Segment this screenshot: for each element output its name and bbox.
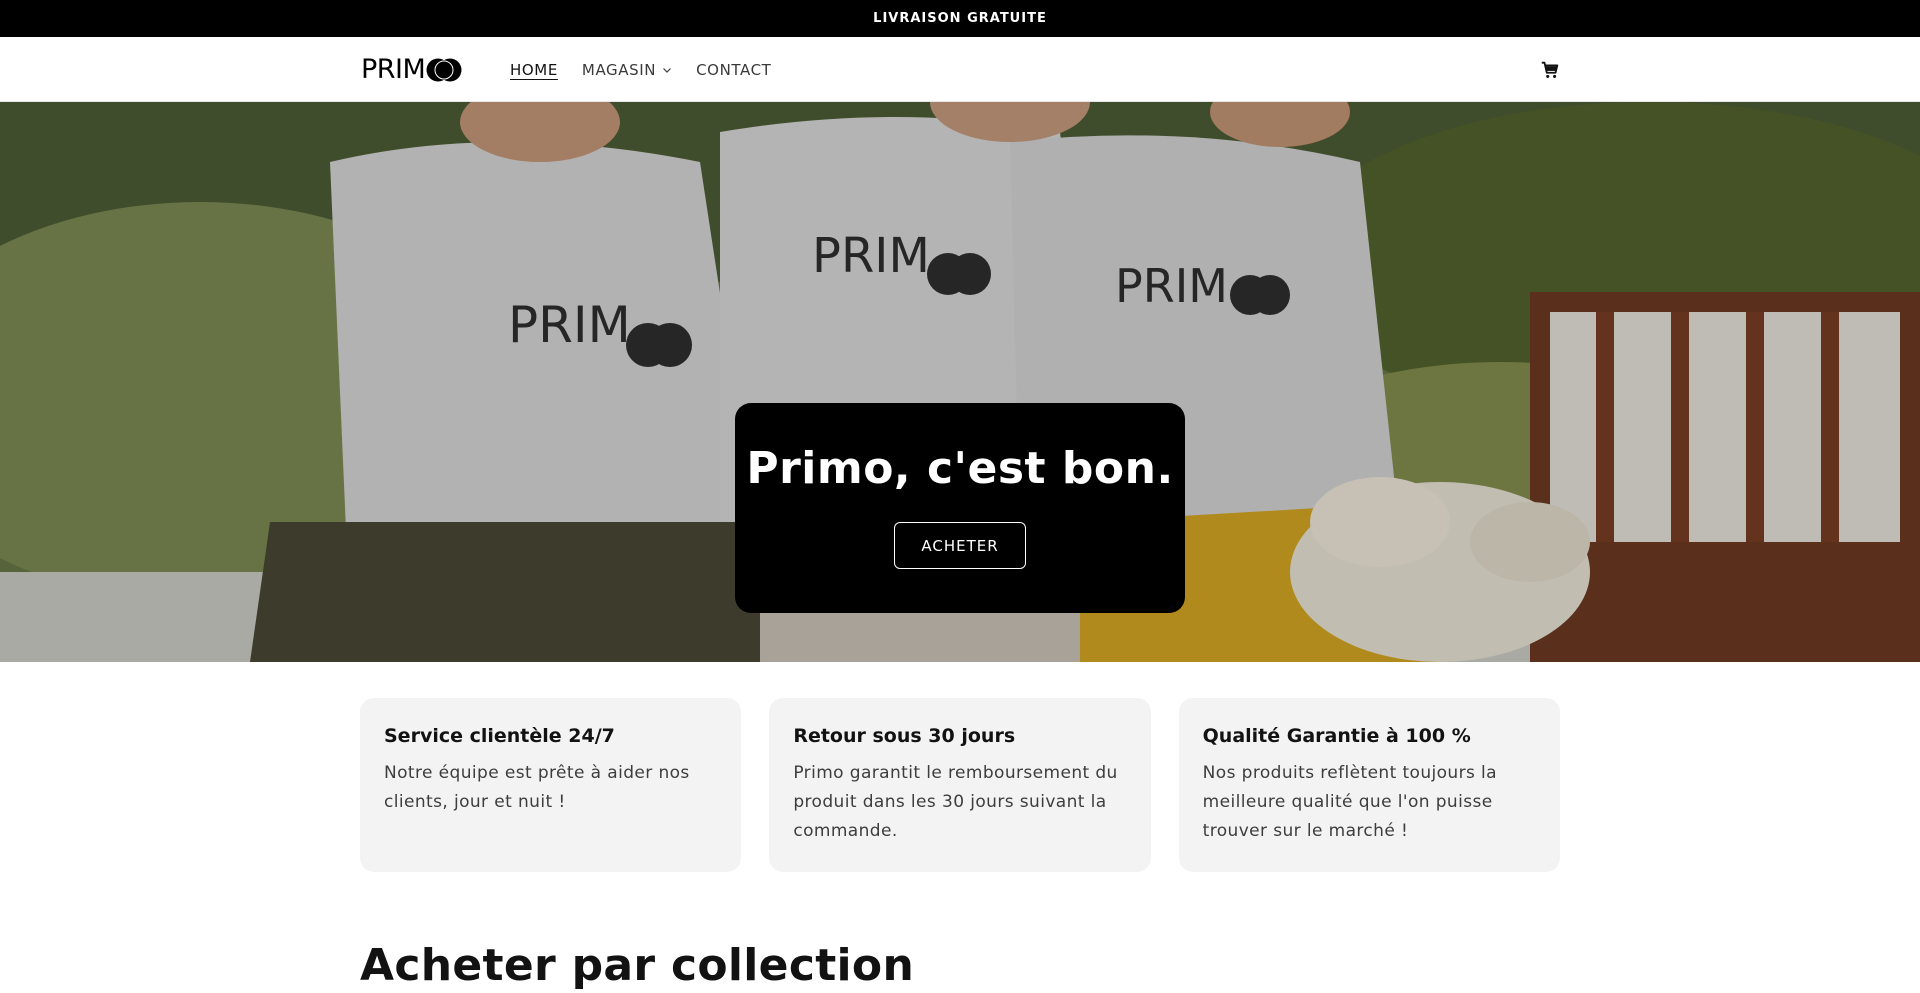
site-header: PRIM HOME MAGASIN CONTACT <box>0 37 1920 102</box>
nav-home-label: HOME <box>510 60 558 79</box>
feature-card-returns: Retour sous 30 jours Primo garantit le r… <box>769 698 1151 872</box>
double-circle-logo-icon <box>426 58 462 82</box>
hero-content-box: Primo, c'est bon. ACHETER <box>735 403 1185 613</box>
logo-text: PRIM <box>361 54 426 85</box>
feature-card-support: Service clientèle 24/7 Notre équipe est … <box>360 698 742 872</box>
hero-title: Primo, c'est bon. <box>746 443 1174 494</box>
shop-now-button[interactable]: ACHETER <box>894 522 1026 569</box>
feature-text: Nos produits reflètent toujours la meill… <box>1202 763 1497 841</box>
nav-magasin[interactable]: MAGASIN <box>582 61 672 79</box>
hero-banner: PRIM PRIM PRIM Primo, c'est bon. ACHETER <box>0 102 1920 662</box>
announcement-bar: LIVRAISON GRATUITE <box>0 0 1920 37</box>
nav-contact[interactable]: CONTACT <box>696 61 771 79</box>
feature-title: Qualité Garantie à 100 % <box>1202 725 1471 747</box>
features-row: Service clientèle 24/7 Notre équipe est … <box>360 698 1560 872</box>
announcement-text: LIVRAISON GRATUITE <box>873 11 1047 26</box>
nav-home[interactable]: HOME <box>510 61 558 79</box>
cart-icon[interactable] <box>1539 59 1561 81</box>
feature-text: Primo garantit le remboursement du produ… <box>793 763 1118 841</box>
feature-text: Notre équipe est prête à aider nos clien… <box>384 763 690 812</box>
site-logo[interactable]: PRIM <box>361 55 462 85</box>
feature-title: Retour sous 30 jours <box>793 725 1016 747</box>
nav-magasin-label: MAGASIN <box>581 60 657 79</box>
feature-card-quality: Qualité Garantie à 100 % Nos produits re… <box>1178 698 1560 872</box>
nav-contact-label: CONTACT <box>696 60 772 79</box>
main-nav: HOME MAGASIN CONTACT <box>510 37 771 102</box>
chevron-down-icon <box>663 67 672 73</box>
feature-title: Service clientèle 24/7 <box>384 725 615 747</box>
collection-heading: Acheter par collection <box>360 940 915 991</box>
